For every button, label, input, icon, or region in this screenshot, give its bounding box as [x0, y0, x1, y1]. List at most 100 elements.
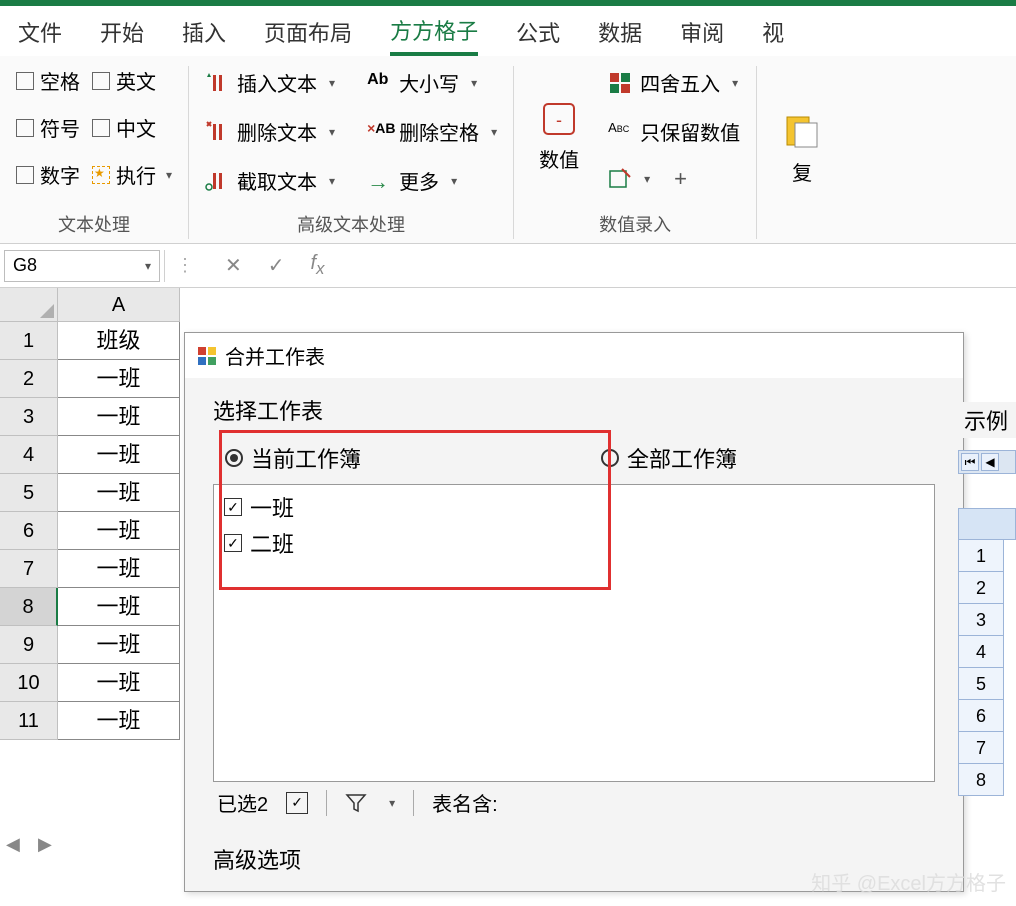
btn-delete-text[interactable]: 删除文本▾	[205, 115, 335, 148]
cell[interactable]: 一班	[58, 664, 180, 702]
check-number[interactable]: 数字	[16, 160, 80, 189]
formula-bar: G8 ▾ ⋮ ✕ ✓ fx	[0, 244, 1016, 288]
case-icon: Ab	[367, 71, 391, 95]
example-row-header[interactable]: 3	[958, 604, 1004, 636]
btn-del-space[interactable]: ×AB 删除空格▾	[367, 115, 497, 148]
tab-home[interactable]: 开始	[100, 16, 144, 54]
watermark: 知乎 @Excel方方格子	[811, 867, 1006, 896]
example-row-header[interactable]: 1	[958, 540, 1004, 572]
scroll-left-icon[interactable]: ◀	[6, 834, 24, 852]
sheet-item-1[interactable]: 一班	[224, 489, 924, 525]
tab-data[interactable]: 数据	[598, 16, 642, 54]
btn-extra[interactable]: ▾ +	[608, 164, 740, 194]
column-header-A[interactable]: A	[58, 288, 180, 322]
row-header[interactable]: 7	[0, 550, 58, 588]
tab-insert[interactable]: 插入	[182, 16, 226, 54]
check-symbol[interactable]: 符号	[16, 113, 80, 142]
scroll-right-icon[interactable]: ▶	[38, 834, 56, 852]
group-label-advtext: 高级文本处理	[205, 205, 497, 239]
filter-icon[interactable]	[345, 792, 367, 814]
insert-text-icon	[205, 71, 229, 95]
group-label-text: 文本处理	[16, 205, 172, 239]
toggle-all-checkbox[interactable]	[286, 792, 308, 814]
tab-file[interactable]: 文件	[18, 16, 62, 54]
cell[interactable]: 一班	[58, 588, 180, 626]
name-box[interactable]: G8 ▾	[4, 250, 160, 282]
del-space-icon: ×AB	[367, 120, 391, 144]
example-nav[interactable]: ⏮ ◀	[958, 450, 1016, 474]
menu-tab-bar: 文件 开始 插入 页面布局 方方格子 公式 数据 审阅 视	[0, 6, 1016, 56]
svg-text:-: -	[556, 110, 562, 130]
accept-formula-icon[interactable]: ✓	[268, 253, 285, 278]
btn-more[interactable]: → 更多▾	[367, 164, 497, 197]
row-header[interactable]: 5	[0, 474, 58, 512]
tab-layout[interactable]: 页面布局	[264, 16, 352, 54]
dialog-titlebar[interactable]: 合并工作表	[185, 333, 963, 378]
copy-icon	[781, 111, 823, 153]
row-header[interactable]: 10	[0, 664, 58, 702]
tab-formula[interactable]: 公式	[516, 16, 560, 54]
sheet-scroll-buttons: ◀ ▶	[6, 834, 56, 852]
cell[interactable]: 一班	[58, 626, 180, 664]
row-header[interactable]: 9	[0, 626, 58, 664]
fx-icon[interactable]: fx	[311, 252, 325, 279]
cell[interactable]: 一班	[58, 702, 180, 740]
check-chinese[interactable]: 中文	[92, 113, 172, 142]
row-header[interactable]: 4	[0, 436, 58, 474]
cancel-formula-icon[interactable]: ✕	[225, 253, 242, 278]
nav-first-icon[interactable]: ⏮	[961, 453, 979, 471]
cell[interactable]: 一班	[58, 474, 180, 512]
row-header[interactable]: 11	[0, 702, 58, 740]
row-header[interactable]: 3	[0, 398, 58, 436]
radio-all-workbooks[interactable]: 全部工作簿	[601, 442, 737, 474]
nav-prev-icon[interactable]: ◀	[981, 453, 999, 471]
select-all-corner[interactable]	[0, 288, 58, 322]
radio-current-workbook[interactable]: 当前工作簿	[225, 442, 361, 474]
row-header[interactable]: 8	[0, 588, 58, 626]
tab-fangfang[interactable]: 方方格子	[390, 14, 478, 56]
btn-case[interactable]: Ab 大小写▾	[367, 66, 497, 99]
example-row-header[interactable]: 4	[958, 636, 1004, 668]
chevron-down-icon: ▾	[145, 259, 151, 273]
ribbon: 空格 符号 数字 英文 中文 执行▾ 文本处理 插入文本▾ 删除文本▾	[0, 56, 1016, 244]
dialog-icon	[197, 346, 217, 366]
status-row: 已选2 ▾ 表名含:	[213, 782, 935, 823]
ribbon-group-number: - 数值 四舍五入▾ ABC 只保留数值 ▾ + 数值录入	[514, 66, 757, 239]
table-name-input[interactable]	[516, 792, 636, 813]
btn-number[interactable]: - 数值	[530, 66, 588, 205]
example-label: 示例	[958, 402, 1016, 438]
example-row-header[interactable]: 6	[958, 700, 1004, 732]
cell[interactable]: 班级	[58, 322, 180, 360]
check-execute[interactable]: 执行▾	[92, 160, 172, 189]
cell[interactable]: 一班	[58, 550, 180, 588]
check-english[interactable]: 英文	[92, 66, 172, 95]
selected-count: 已选2	[217, 788, 268, 817]
tab-view[interactable]: 视	[762, 16, 784, 54]
btn-copy[interactable]: 复	[773, 66, 831, 231]
row-header[interactable]: 2	[0, 360, 58, 398]
cell[interactable]: 一班	[58, 436, 180, 474]
check-space[interactable]: 空格	[16, 66, 80, 95]
cell[interactable]: 一班	[58, 360, 180, 398]
section-select-sheets: 选择工作表	[213, 394, 935, 426]
example-row-header[interactable]: 7	[958, 732, 1004, 764]
btn-extract-text[interactable]: 截取文本▾	[205, 164, 335, 197]
btn-round[interactable]: 四舍五入▾	[608, 66, 740, 99]
group-label-number: 数值录入	[530, 205, 740, 239]
cell[interactable]: 一班	[58, 398, 180, 436]
row-header[interactable]: 6	[0, 512, 58, 550]
btn-keep-number[interactable]: ABC 只保留数值	[608, 115, 740, 148]
btn-insert-text[interactable]: 插入文本▾	[205, 66, 335, 99]
sheet-item-2[interactable]: 二班	[224, 525, 924, 561]
example-col-header[interactable]	[958, 508, 1016, 540]
example-row-header[interactable]: 8	[958, 764, 1004, 796]
tab-review[interactable]: 审阅	[680, 16, 724, 54]
example-row-header[interactable]: 5	[958, 668, 1004, 700]
row-header[interactable]: 1	[0, 322, 58, 360]
ribbon-group-copy: 复	[757, 66, 847, 239]
number-icon: -	[538, 98, 580, 140]
ribbon-group-text: 空格 符号 数字 英文 中文 执行▾ 文本处理	[0, 66, 189, 239]
cell[interactable]: 一班	[58, 512, 180, 550]
example-row-header[interactable]: 2	[958, 572, 1004, 604]
sheet-list[interactable]: 一班 二班	[213, 484, 935, 782]
